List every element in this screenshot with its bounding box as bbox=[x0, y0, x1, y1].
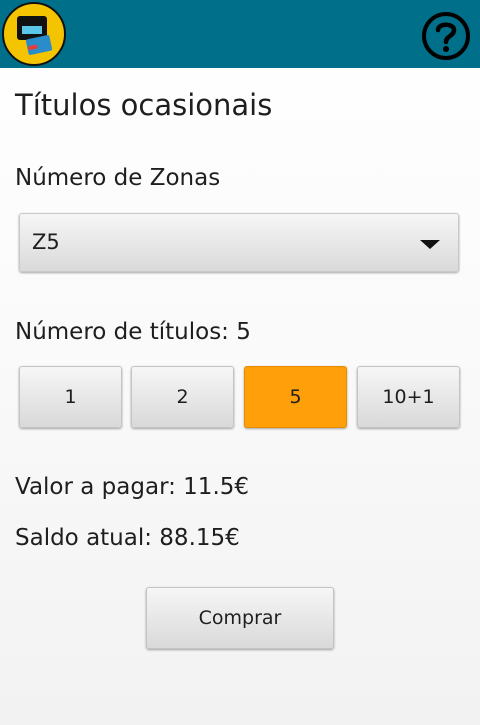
tickets-option-1-button[interactable]: 1 bbox=[19, 366, 122, 428]
tickets-option-5-button[interactable]: 5 bbox=[244, 366, 347, 428]
tickets-option-10plus1-button[interactable]: 10+1 bbox=[357, 366, 460, 428]
transit-card-app-icon[interactable] bbox=[2, 2, 66, 66]
zones-selected-value: Z5 bbox=[32, 230, 60, 254]
help-circle-icon[interactable] bbox=[420, 10, 472, 62]
zones-dropdown[interactable]: Z5 bbox=[19, 213, 459, 272]
top-app-bar bbox=[0, 0, 480, 68]
tickets-option-2-button[interactable]: 2 bbox=[131, 366, 234, 428]
tickets-count-label: Número de títulos: 5 bbox=[15, 319, 251, 345]
amount-due-text: Valor a pagar: 11.5€ bbox=[15, 474, 250, 500]
buy-button[interactable]: Comprar bbox=[146, 587, 334, 649]
page-title: Títulos ocasionais bbox=[15, 88, 273, 122]
zones-label: Número de Zonas bbox=[15, 165, 221, 191]
current-balance-text: Saldo atual: 88.15€ bbox=[15, 525, 240, 551]
chevron-down-icon bbox=[420, 240, 440, 249]
